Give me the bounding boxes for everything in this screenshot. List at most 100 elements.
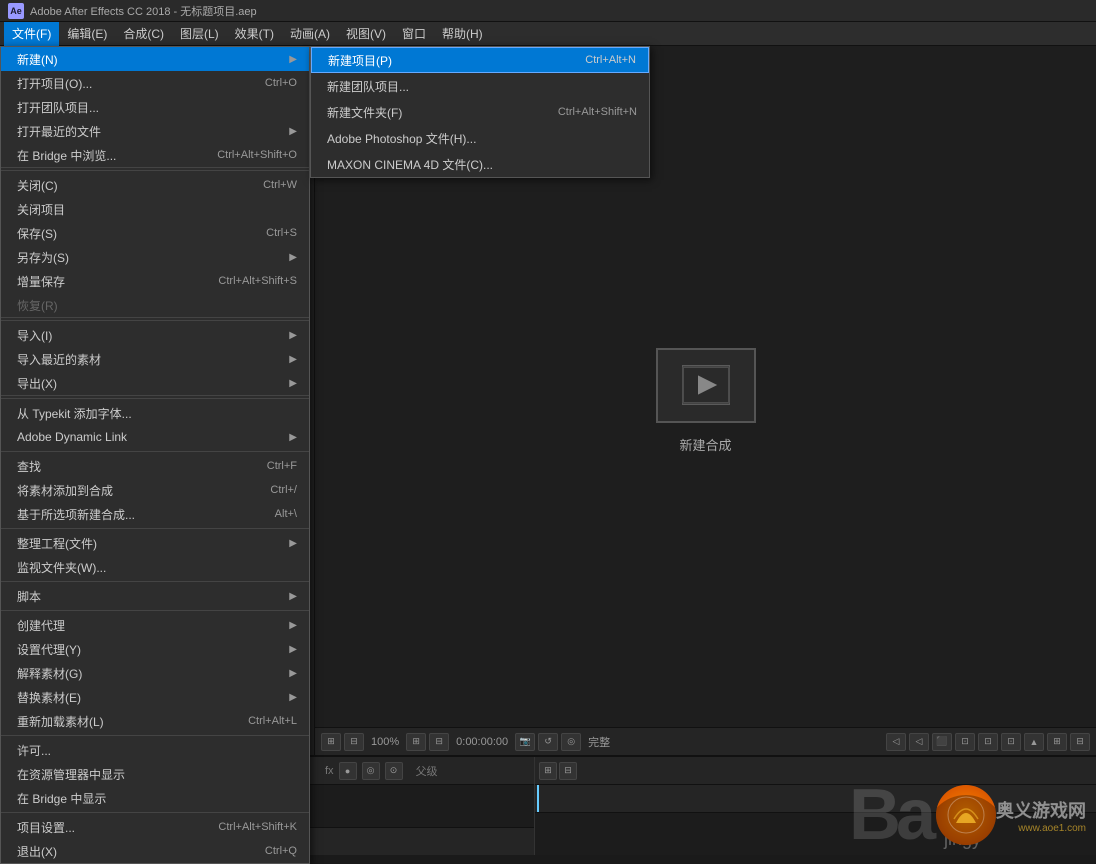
menu-divider-5 [1, 528, 309, 529]
menu-create-proxy[interactable]: 创建代理 ▶ [1, 613, 309, 637]
menu-new-comp-from-sel[interactable]: 基于所选项新建合成... Alt+\ [1, 502, 309, 526]
title-bar: Ae Adobe After Effects CC 2018 - 无标题项目.a… [0, 0, 1096, 22]
preview-btn-13[interactable]: ▲ [1024, 733, 1044, 751]
tl-fx-btn3[interactable]: ⊙ [385, 762, 403, 780]
menu-organize-files[interactable]: 整理工程(文件) ▶ [1, 531, 309, 555]
preview-timecode: 0:00:00:00 [452, 736, 512, 748]
menu-effect[interactable]: 效果(T) [227, 22, 282, 46]
preview-zoom: 100% [367, 736, 403, 748]
menu-add-to-comp[interactable]: 将素材添加到合成 Ctrl+/ [1, 478, 309, 502]
menu-interpret-footage[interactable]: 解释素材(G) ▶ [1, 661, 309, 685]
menu-layer[interactable]: 图层(L) [172, 22, 227, 46]
menu-edit[interactable]: 编辑(E) [59, 22, 115, 46]
submenu-cinema4d-file[interactable]: MAXON CINEMA 4D 文件(C)... [311, 151, 649, 177]
menu-save[interactable]: 保存(S) Ctrl+S [1, 221, 309, 245]
submenu-new-folder[interactable]: 新建文件夹(F) Ctrl+Alt+Shift+N [311, 99, 649, 125]
timeline-right: ⊞ ⊟ jingy Ba 奥义游戏网 [535, 757, 1096, 855]
watermark-ba: Ba [849, 775, 931, 855]
menu-window[interactable]: 窗口 [394, 22, 434, 46]
preview-btn-11[interactable]: ⊡ [978, 733, 998, 751]
menu-section-1: 打开项目(O)... Ctrl+O 打开团队项目... 打开最近的文件 ▶ 在 … [1, 71, 309, 168]
preview-btn-5[interactable]: ↺ [538, 733, 558, 751]
tl-fx-btn2[interactable]: ◎ [362, 762, 380, 780]
ae-logo: Ae [8, 3, 24, 19]
menu-composition[interactable]: 合成(C) [115, 22, 172, 46]
menu-divider-6 [1, 581, 309, 582]
menu-help[interactable]: 帮助(H) [434, 22, 491, 46]
file-menu: 新建(N) ▶ 打开项目(O)... Ctrl+O 打开团队项目... 打开最近… [0, 46, 310, 864]
preview-btn-9[interactable]: ⬛ [932, 733, 952, 751]
preview-btn-14[interactable]: ⊞ [1047, 733, 1067, 751]
menu-divider-8 [1, 735, 309, 736]
watermark-logo [936, 785, 996, 845]
playhead[interactable] [537, 785, 539, 812]
parent-label: 父级 [408, 763, 446, 779]
menu-dynamic-link[interactable]: Adobe Dynamic Link ▶ [1, 425, 309, 449]
menu-close-project[interactable]: 关闭项目 [1, 197, 309, 221]
submenu-new-team-project[interactable]: 新建团队项目... [311, 73, 649, 99]
tl-right-btn-2[interactable]: ⊟ [559, 762, 577, 780]
menu-import[interactable]: 导入(I) ▶ [1, 323, 309, 347]
menu-divider-9 [1, 812, 309, 813]
menu-view[interactable]: 视图(V) [338, 22, 394, 46]
menu-open-recent[interactable]: 打开最近的文件 ▶ [1, 119, 309, 143]
menu-import-recent[interactable]: 导入最近的素材 ▶ [1, 347, 309, 371]
menu-open-team[interactable]: 打开团队项目... [1, 95, 309, 119]
preview-btn-15[interactable]: ⊟ [1070, 733, 1090, 751]
menu-animation[interactable]: 动画(A) [282, 22, 338, 46]
menu-divider-2 [1, 320, 309, 321]
comp-icon [656, 348, 756, 423]
menu-export[interactable]: 导出(X) ▶ [1, 371, 309, 395]
tl-fx-btn1[interactable]: ● [339, 762, 357, 780]
menu-show-in-bridge[interactable]: 在 Bridge 中显示 [1, 786, 309, 810]
menu-watch-folder[interactable]: 监视文件夹(W)... [1, 555, 309, 579]
menu-section-2: 关闭(C) Ctrl+W 关闭项目 保存(S) Ctrl+S 另存为(S) ▶ … [1, 173, 309, 318]
menu-reload-footage[interactable]: 重新加载素材(L) Ctrl+Alt+L [1, 709, 309, 733]
submenu-photoshop-file[interactable]: Adobe Photoshop 文件(H)... [311, 125, 649, 151]
tl-right-btn-1[interactable]: ⊞ [539, 762, 557, 780]
menu-open-project[interactable]: 打开项目(O)... Ctrl+O [1, 71, 309, 95]
new-composition-button[interactable]: 新建合成 [656, 348, 756, 454]
preview-btn-10[interactable]: ⊡ [955, 733, 975, 751]
watermark: jingy Ba 奥义游戏网 www.aoe1.com [796, 775, 1096, 855]
new-submenu: 新建项目(P) Ctrl+Alt+N 新建团队项目... 新建文件夹(F) Ct… [310, 46, 650, 178]
menu-license[interactable]: 许可... [1, 738, 309, 762]
menu-divider-1 [1, 170, 309, 171]
menu-increment-save[interactable]: 增量保存 Ctrl+Alt+Shift+S [1, 269, 309, 293]
preview-btn-7[interactable]: ◁ [886, 733, 906, 751]
menu-scripts[interactable]: 脚本 ▶ [1, 584, 309, 608]
preview-camera-btn[interactable]: 📷 [515, 733, 535, 751]
title-text: Adobe After Effects CC 2018 - 无标题项目.aep [30, 3, 257, 19]
preview-btn-8[interactable]: ◁ [909, 733, 929, 751]
dropdown-overlay: 新建(N) ▶ 打开项目(O)... Ctrl+O 打开团队项目... 打开最近… [0, 46, 310, 864]
menu-divider-3 [1, 398, 309, 399]
submenu-new-project[interactable]: 新建项目(P) Ctrl+Alt+N [311, 47, 649, 73]
menu-divider-7 [1, 610, 309, 611]
watermark-text: 奥义游戏网 www.aoe1.com [996, 797, 1086, 834]
menu-file[interactable]: 文件(F) [4, 22, 59, 46]
menu-browse-bridge[interactable]: 在 Bridge 中浏览... Ctrl+Alt+Shift+O [1, 143, 309, 167]
preview-btn-3[interactable]: ⊞ [406, 733, 426, 751]
menu-revert: 恢复(R) [1, 293, 309, 317]
menu-bar: 文件(F) 编辑(E) 合成(C) 图层(L) 效果(T) 动画(A) 视图(V… [0, 22, 1096, 46]
preview-btn-1[interactable]: ⊞ [321, 733, 341, 751]
menu-section-3: 导入(I) ▶ 导入最近的素材 ▶ 导出(X) ▶ [1, 323, 309, 396]
menu-close[interactable]: 关闭(C) Ctrl+W [1, 173, 309, 197]
preview-btn-4[interactable]: ⊟ [429, 733, 449, 751]
menu-project-settings[interactable]: 项目设置... Ctrl+Alt+Shift+K [1, 815, 309, 839]
menu-save-as[interactable]: 另存为(S) ▶ [1, 245, 309, 269]
preview-btn-2[interactable]: ⊟ [344, 733, 364, 751]
menu-show-in-explorer[interactable]: 在资源管理器中显示 [1, 762, 309, 786]
menu-find[interactable]: 查找 Ctrl+F [1, 454, 309, 478]
menu-replace-footage[interactable]: 替换素材(E) ▶ [1, 685, 309, 709]
preview-quality: 完整 [584, 734, 614, 750]
preview-btn-6[interactable]: ◎ [561, 733, 581, 751]
preview-btn-12[interactable]: ⊡ [1001, 733, 1021, 751]
new-comp-label: 新建合成 [679, 435, 731, 454]
watermark-title: 奥义游戏网 [996, 797, 1086, 823]
menu-exit[interactable]: 退出(X) Ctrl+Q [1, 839, 309, 863]
preview-toolbar: ⊞ ⊟ 100% ⊞ ⊟ 0:00:00:00 📷 ↺ ◎ 完整 ◁ ◁ ⬛ ⊡… [315, 727, 1096, 755]
menu-typekit[interactable]: 从 Typekit 添加字体... [1, 401, 309, 425]
menu-set-proxy[interactable]: 设置代理(Y) ▶ [1, 637, 309, 661]
menu-new[interactable]: 新建(N) ▶ [1, 47, 309, 71]
